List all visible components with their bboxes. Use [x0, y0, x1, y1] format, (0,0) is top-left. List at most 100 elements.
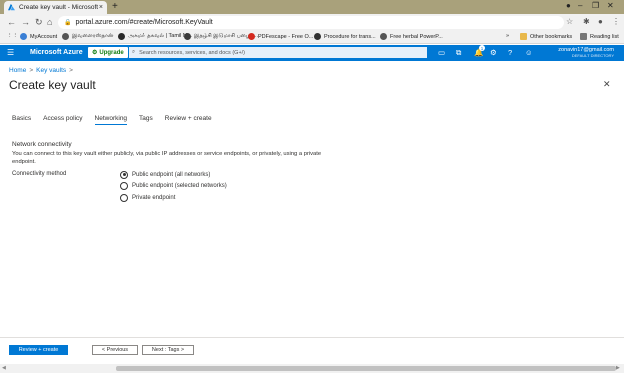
upgrade-button[interactable]: ⚙ Upgrade	[88, 47, 128, 58]
tab-tags[interactable]: Tags	[139, 115, 153, 125]
breadcrumb-separator: >	[29, 67, 34, 74]
scrollbar-thumb[interactable]	[116, 366, 616, 371]
reading-list[interactable]: Reading list	[580, 33, 619, 40]
browser-tab[interactable]: Create key vault - Microsoft Azu ×	[4, 1, 107, 14]
radio-label: Public endpoint (selected networks)	[132, 183, 227, 190]
azure-header: ☰ Microsoft Azure ⚙ Upgrade ⌕ Search reso…	[0, 45, 624, 61]
close-icon[interactable]: ✕	[603, 79, 611, 90]
browser-titlebar: Create key vault - Microsoft Azu × + ● –…	[0, 0, 624, 14]
home-icon[interactable]: ⌂	[47, 17, 52, 27]
bookmark-favicon	[314, 33, 321, 40]
bookmark-favicon	[184, 33, 191, 40]
bookmark-item[interactable]: அகமா் தகவல் | Tamil M...	[118, 33, 192, 40]
other-bookmarks-label: Other bookmarks	[530, 33, 573, 40]
bookmark-label: PDFescape - Free O...	[258, 33, 314, 40]
bookmark-favicon	[62, 33, 69, 40]
bookmark-star-icon[interactable]: ☆	[566, 17, 573, 26]
azure-logo-icon	[8, 4, 15, 11]
search-placeholder: Search resources, services, and docs (G+…	[139, 49, 246, 56]
portal-menu-icon[interactable]: ☰	[7, 48, 14, 57]
breadcrumb: Home > Key vaults >	[9, 67, 76, 74]
tab-networking[interactable]: Networking	[94, 115, 128, 125]
breadcrumb-key-vaults[interactable]: Key vaults	[36, 67, 66, 74]
reading-list-label: Reading list	[590, 33, 619, 40]
bookmark-item[interactable]: Procedure for trans...	[314, 33, 376, 40]
user-directory: DEFAULT DIRECTORY	[571, 53, 614, 58]
apps-icon[interactable]: ⋮⋮	[7, 33, 18, 39]
bookmark-favicon	[248, 33, 255, 40]
radio-selected-icon	[120, 170, 128, 179]
bookmark-item[interactable]: Free herbal PowerP...	[380, 33, 443, 40]
user-account[interactable]: zonavin17@gmail.com DEFAULT DIRECTORY	[558, 47, 614, 58]
close-window-icon[interactable]: ✕	[607, 1, 614, 10]
radio-unselected-icon	[120, 182, 128, 191]
upgrade-icon: ⚙	[92, 50, 98, 56]
tab-title: Create key vault - Microsoft Azu	[19, 4, 99, 11]
bookmark-label: MyAccount	[30, 33, 58, 40]
horizontal-scrollbar[interactable]: ◀ ▶	[0, 364, 624, 373]
address-bar: ← → ↻ ⌂ 🔒 portal.azure.com/#create/Micro…	[0, 14, 624, 31]
cloud-shell-icon[interactable]: ▭	[438, 48, 445, 57]
radio-public-selected[interactable]: Public endpoint (selected networks)	[120, 181, 227, 193]
profile-icon[interactable]: ●	[598, 17, 603, 26]
lock-icon: 🔒	[64, 20, 72, 26]
bookmark-item[interactable]: இவளைரஸ்தான்	[62, 33, 113, 40]
reading-list-icon	[580, 33, 587, 40]
tab-close-icon[interactable]: ×	[99, 4, 103, 11]
help-icon[interactable]: ?	[508, 48, 512, 57]
url-input[interactable]: 🔒 portal.azure.com/#create/Microsoft.Key…	[58, 16, 564, 29]
bookmark-item[interactable]: MyAccount	[20, 33, 57, 40]
page-title: Create key vault	[9, 78, 96, 92]
settings-icon[interactable]: ⚙	[490, 48, 497, 57]
tab-basics[interactable]: Basics	[12, 115, 31, 125]
url-text: portal.azure.com/#create/Microsoft.KeyVa…	[75, 19, 213, 26]
radio-label: Public endpoint (all networks)	[132, 171, 211, 178]
bookmarks-bar: ⋮⋮ MyAccount இவளைரஸ்தான் அகமா் தகவல் | T…	[0, 31, 624, 44]
bookmark-favicon	[118, 33, 125, 40]
reload-icon[interactable]: ↻	[35, 17, 43, 28]
wizard-tabs: Basics Access policy Networking Tags Rev…	[12, 115, 224, 125]
maximize-icon[interactable]: ❐	[592, 1, 599, 10]
scroll-right-icon[interactable]: ▶	[616, 365, 620, 371]
radio-unselected-icon	[120, 193, 128, 202]
extensions-icon[interactable]: ✱	[583, 17, 590, 26]
tab-review-create[interactable]: Review + create	[165, 115, 212, 125]
menu-icon[interactable]: ⋮	[612, 17, 620, 26]
bookmark-label: இவளைரஸ்தான்	[72, 33, 114, 39]
tab-access-policy[interactable]: Access policy	[43, 115, 82, 125]
back-icon[interactable]: ←	[7, 17, 16, 27]
section-title: Network connectivity	[12, 141, 72, 148]
forward-icon[interactable]: →	[21, 17, 30, 27]
feedback-icon[interactable]: ☺	[525, 48, 533, 57]
upgrade-label: Upgrade	[99, 49, 124, 56]
other-bookmarks[interactable]: Other bookmarks	[520, 33, 572, 40]
bookmark-label: அகமா் தகவல் | Tamil M...	[128, 33, 193, 39]
bookmark-label: Procedure for trans...	[324, 33, 376, 40]
breadcrumb-separator: >	[69, 67, 73, 74]
previous-button[interactable]: < Previous	[92, 345, 138, 355]
more-bookmarks-icon[interactable]: »	[506, 33, 509, 39]
bookmark-item[interactable]: PDFescape - Free O...	[248, 33, 313, 40]
minimize-icon[interactable]: –	[578, 1, 582, 10]
profile-circle-icon[interactable]: ●	[566, 1, 571, 10]
next-button[interactable]: Next : Tags >	[142, 345, 194, 355]
scroll-left-icon[interactable]: ◀	[2, 365, 6, 371]
section-description: You can connect to this key vault either…	[12, 151, 322, 165]
radio-label: Private endpoint	[132, 194, 176, 201]
search-icon: ⌕	[132, 49, 136, 55]
wizard-footer: Review + create < Previous Next : Tags >	[0, 337, 624, 361]
breadcrumb-home[interactable]: Home	[9, 67, 26, 74]
bookmark-label: Free herbal PowerP...	[390, 33, 443, 40]
radio-private-endpoint[interactable]: Private endpoint	[120, 192, 227, 204]
directory-filter-icon[interactable]: ⧉	[456, 48, 461, 58]
bookmark-favicon	[20, 33, 27, 40]
new-tab-button[interactable]: +	[112, 1, 118, 12]
radio-public-all[interactable]: Public endpoint (all networks)	[120, 169, 227, 181]
folder-icon	[520, 33, 527, 40]
azure-brand[interactable]: Microsoft Azure	[30, 49, 83, 56]
connectivity-label: Connectivity method	[12, 171, 67, 177]
bookmark-favicon	[380, 33, 387, 40]
search-input[interactable]: ⌕ Search resources, services, and docs (…	[129, 47, 427, 58]
review-create-button[interactable]: Review + create	[9, 345, 68, 355]
connectivity-radio-group: Public endpoint (all networks) Public en…	[120, 169, 227, 204]
